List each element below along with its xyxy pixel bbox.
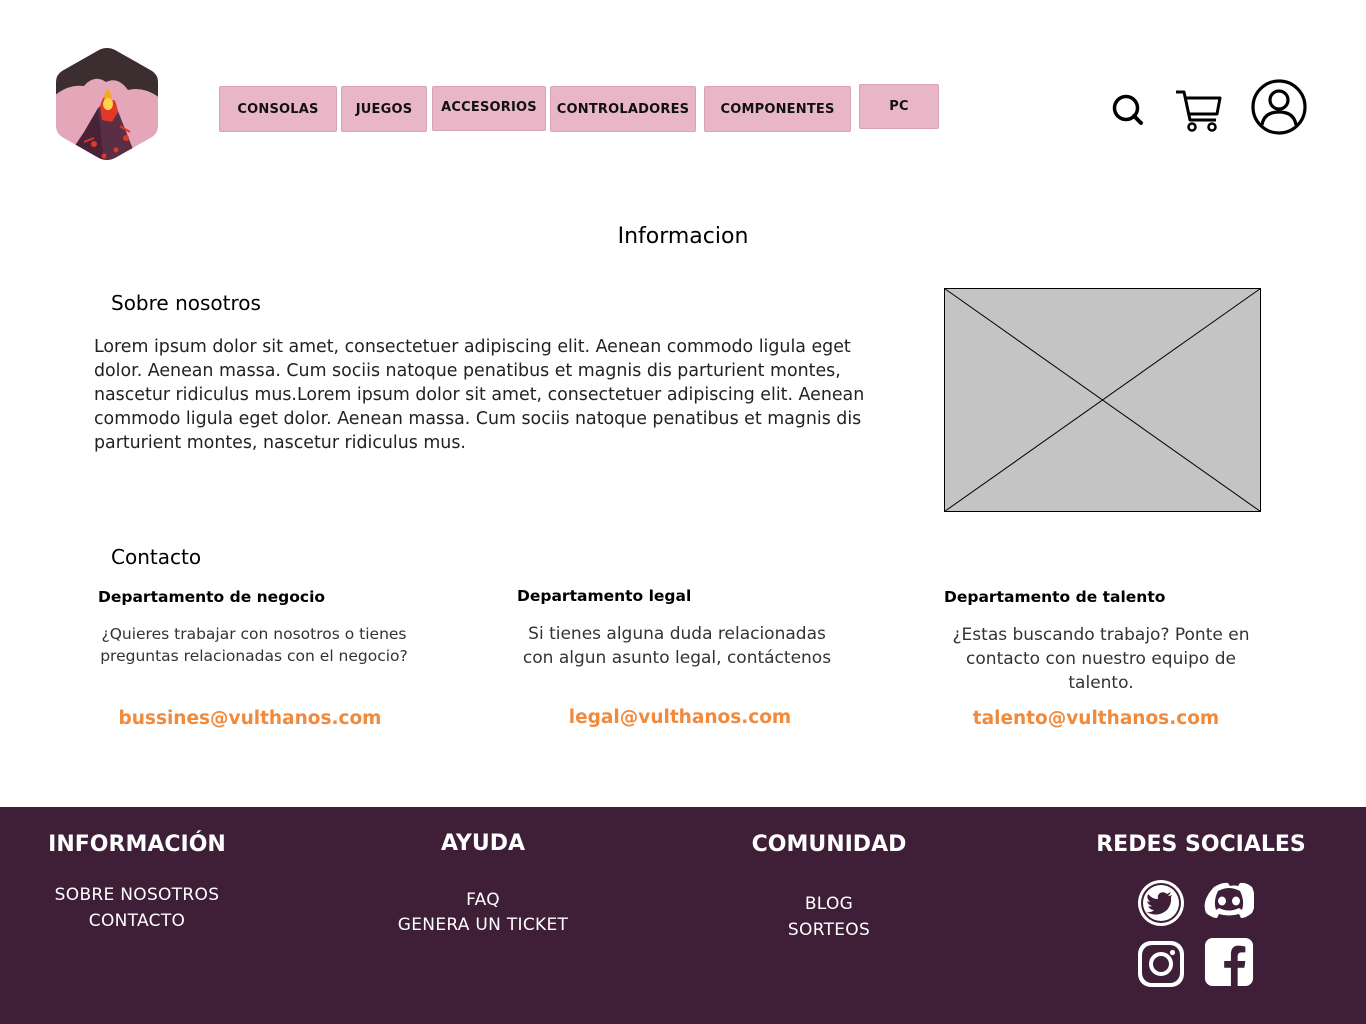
dept-business-desc: ¿Quieres trabajar con nosotros o tienes … (100, 625, 408, 665)
nav-controladores[interactable]: CONTROLADORES (550, 86, 696, 132)
contact-heading: Contacto (111, 545, 202, 569)
nav-componentes[interactable]: COMPONENTES (704, 86, 851, 132)
dept-business-title: Departamento de negocio (98, 588, 326, 606)
dept-talent-email[interactable]: talento@vulthanos.com (936, 708, 1256, 729)
dept-business-email[interactable]: bussines@vulthanos.com (90, 708, 410, 729)
logo[interactable] (54, 46, 160, 162)
dept-legal-title: Departamento legal (517, 587, 692, 605)
footer: INFORMACIÓN SOBRE NOSOTROS CONTACTO AYUD… (0, 807, 1366, 1024)
facebook-icon[interactable] (1204, 937, 1254, 987)
user-icon[interactable] (1250, 78, 1308, 136)
dept-talent-title: Departamento de talento (944, 588, 1166, 606)
footer-community-heading: COMUNIDAD (751, 832, 907, 857)
image-placeholder (944, 288, 1261, 512)
page-title: Informacion (617, 224, 749, 249)
footer-link-sorteos[interactable]: SORTEOS (704, 920, 954, 940)
footer-link-sobre-nosotros[interactable]: SOBRE NOSOTROS (12, 885, 262, 905)
footer-info-heading: INFORMACIÓN (48, 832, 226, 857)
discord-icon[interactable] (1204, 875, 1254, 925)
footer-link-faq[interactable]: FAQ (343, 890, 623, 910)
search-icon[interactable] (1108, 90, 1148, 130)
about-heading: Sobre nosotros (111, 291, 261, 315)
footer-link-contacto[interactable]: CONTACTO (12, 911, 262, 931)
footer-help-heading: AYUDA (440, 831, 525, 856)
nav-juegos[interactable]: JUEGOS (341, 86, 427, 132)
dept-legal-email[interactable]: legal@vulthanos.com (520, 707, 840, 728)
about-text: Lorem ipsum dolor sit amet, consectetuer… (94, 337, 865, 453)
cart-icon[interactable] (1174, 88, 1224, 134)
dept-talent-desc: ¿Estas buscando trabajo? Ponte en contac… (952, 625, 1250, 693)
footer-link-ticket[interactable]: GENERA UN TICKET (343, 915, 623, 935)
footer-link-blog[interactable]: BLOG (704, 894, 954, 914)
nav-consolas[interactable]: CONSOLAS (219, 86, 337, 132)
nav-pc[interactable]: PC (859, 84, 939, 129)
nav-accesorios[interactable]: ACCESORIOS (432, 86, 546, 131)
instagram-icon[interactable] (1136, 939, 1186, 989)
footer-social-heading: REDES SOCIALES (1096, 832, 1306, 857)
twitter-icon[interactable] (1136, 878, 1186, 928)
dept-legal-desc: Si tienes alguna duda relacionadas con a… (522, 624, 832, 668)
